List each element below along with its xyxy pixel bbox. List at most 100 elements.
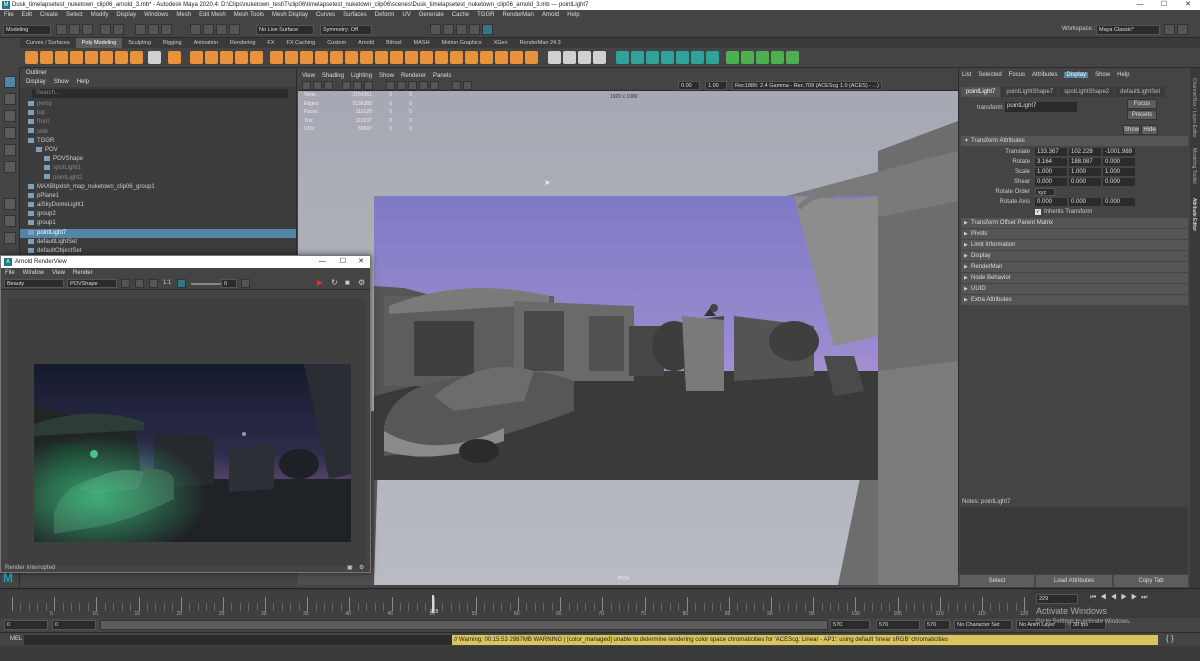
menu-edit-mesh[interactable]: Edit Mesh: [199, 12, 226, 18]
attr-menu-attributes[interactable]: Attributes: [1032, 72, 1057, 78]
section-transform-offset-parent-matrix[interactable]: Transform Offset Parent Matrix: [961, 218, 1188, 228]
platonic-icon[interactable]: [130, 51, 143, 64]
unitize-icon[interactable]: [786, 51, 799, 64]
section-transform-attributes[interactable]: Transform Attributes: [961, 136, 1188, 146]
xray-icon[interactable]: [452, 81, 461, 90]
target-weld-icon[interactable]: [360, 51, 373, 64]
spherical-map-icon[interactable]: [661, 51, 674, 64]
viewport-menu-shading[interactable]: Shading: [322, 73, 344, 79]
scale-y-field[interactable]: 1.000: [1069, 168, 1101, 176]
view-transform-dropdown[interactable]: Rec1886: 2.4 Gamma - Rec.709 (ACEScg 1.0…: [732, 81, 882, 90]
arnold-render-icon[interactable]: [482, 24, 493, 35]
outliner-item[interactable]: spotLight1: [20, 164, 296, 173]
outliner-item[interactable]: top: [20, 109, 296, 118]
scene-end-field[interactable]: 570: [876, 620, 920, 630]
zoom-fit-icon[interactable]: [149, 279, 158, 288]
playback-controls[interactable]: ⏮◀◀▶▶⏭: [1090, 594, 1152, 602]
translate-z-field[interactable]: -1001.989: [1103, 148, 1135, 156]
attr-tab-pointlight7[interactable]: pointLight7: [961, 87, 1001, 97]
menu-modify[interactable]: Modify: [91, 12, 109, 18]
side-tab-attribute-editor[interactable]: Attribute Editor: [1191, 198, 1197, 231]
mel-label[interactable]: MEL: [10, 636, 22, 642]
unfold-icon[interactable]: [691, 51, 704, 64]
character-set-dropdown[interactable]: No Character Set: [954, 620, 1012, 630]
viewport-menu-show[interactable]: Show: [379, 73, 394, 79]
menu-mesh[interactable]: Mesh: [176, 12, 191, 18]
outliner-item[interactable]: aiSkyDomeLight1: [20, 201, 296, 210]
menu-arnold[interactable]: Arnold: [542, 12, 559, 18]
outliner-item[interactable]: pointLight7: [20, 228, 296, 238]
textured-icon[interactable]: [408, 81, 417, 90]
select-object-icon[interactable]: [148, 24, 159, 35]
region-icon[interactable]: [177, 279, 186, 288]
inherits-checkbox[interactable]: ✓: [1035, 209, 1041, 215]
outliner-menu-display[interactable]: Display: [26, 79, 46, 85]
slide-edge-icon[interactable]: [548, 51, 561, 64]
outliner-menu-show[interactable]: Show: [54, 79, 69, 85]
translate-x-field[interactable]: 133.367: [1035, 148, 1067, 156]
minimize-button[interactable]: —: [1128, 0, 1152, 10]
outliner-item[interactable]: persp: [20, 100, 296, 109]
insert-loop-icon[interactable]: [390, 51, 403, 64]
shelf-tab-rigging[interactable]: Rigging: [157, 38, 188, 48]
shelf-tab-custom[interactable]: Custom: [321, 38, 352, 48]
select-tool-icon[interactable]: [4, 76, 16, 88]
shelf-tab-motion-graphics[interactable]: Motion Graphics: [436, 38, 488, 48]
wireframe-icon[interactable]: [386, 81, 395, 90]
outliner-item[interactable]: POVShape: [20, 155, 296, 164]
menu-surfaces[interactable]: Surfaces: [343, 12, 367, 18]
attr-tab-spotlightshape2[interactable]: spotLightShape2: [1059, 87, 1115, 97]
attr-tab-pointlightshape7[interactable]: pointLightShape7: [1001, 87, 1059, 97]
poly-sphere-icon[interactable]: [25, 51, 38, 64]
combine-icon[interactable]: [168, 51, 181, 64]
presets-button[interactable]: Presets: [1127, 110, 1157, 120]
bevel-icon[interactable]: [300, 51, 313, 64]
settings-icon[interactable]: [1177, 24, 1188, 35]
viewport-3d[interactable]: Verts: 2154361 0 0 Edges: 2156380 0 0 Faces: 1101…: [298, 91, 958, 585]
arnold-close-button[interactable]: ✕: [358, 256, 364, 268]
live-surface-dropdown[interactable]: No Live Surface: [256, 25, 314, 35]
side-tab-modeling-toolkit[interactable]: Modeling Toolkit: [1191, 148, 1197, 184]
poly-cone-icon[interactable]: [70, 51, 83, 64]
collapse-icon[interactable]: [420, 51, 433, 64]
flip-edge-icon[interactable]: [563, 51, 576, 64]
playback-end-field[interactable]: 570: [830, 620, 870, 630]
render-settings-icon[interactable]: [456, 24, 467, 35]
cleanup-icon[interactable]: [525, 51, 538, 64]
menuset-dropdown[interactable]: Modeling: [3, 25, 51, 35]
paint-select-icon[interactable]: [4, 110, 16, 122]
arnold-gear-icon[interactable]: ⚙: [359, 564, 364, 571]
attr-menu-focus[interactable]: Focus: [1009, 72, 1025, 78]
outliner-item[interactable]: POV: [20, 146, 296, 155]
quadrangulate-icon[interactable]: [495, 51, 508, 64]
menu-uv[interactable]: UV: [402, 12, 410, 18]
render-frame-icon[interactable]: [430, 24, 441, 35]
close-button[interactable]: ✕: [1176, 0, 1200, 10]
current-frame-field[interactable]: 229: [1036, 594, 1078, 604]
shelf-tab-bifrost[interactable]: Bifrost: [380, 38, 408, 48]
shear-y-field[interactable]: 0.000: [1069, 178, 1101, 186]
scale-tool-icon[interactable]: [4, 161, 16, 173]
attr-menu-help[interactable]: Help: [1117, 72, 1129, 78]
wedge-icon[interactable]: [465, 51, 478, 64]
shadows-icon[interactable]: [430, 81, 439, 90]
rotate-axis-z-field[interactable]: 0.000: [1103, 198, 1135, 206]
viewport-menu-panels[interactable]: Panels: [433, 73, 451, 79]
command-input[interactable]: [24, 635, 452, 645]
section-node-behavior[interactable]: Node Behavior: [961, 273, 1188, 283]
exposure-field[interactable]: 0.00: [678, 81, 700, 90]
workspace-dropdown[interactable]: Maya Classic*: [1096, 25, 1160, 35]
move-sew-icon[interactable]: [756, 51, 769, 64]
cut-uv-icon[interactable]: [726, 51, 739, 64]
circularize-icon[interactable]: [435, 51, 448, 64]
menu-help[interactable]: Help: [567, 12, 579, 18]
snap-curve-icon[interactable]: [203, 24, 214, 35]
reduce-icon[interactable]: [510, 51, 523, 64]
shelf-tab-arnold[interactable]: Arnold: [352, 38, 380, 48]
edge-loop-icon[interactable]: [375, 51, 388, 64]
shelf-tab-xgen[interactable]: XGen: [488, 38, 514, 48]
rotate-tool-icon[interactable]: [4, 144, 16, 156]
time-slider[interactable]: 229 5 10 15 20 25 30 35 40 45 50 55 60 65 70 75 80 85 90 9…: [0, 588, 1200, 618]
menu-file[interactable]: File: [4, 12, 14, 18]
smooth-shade-icon[interactable]: [397, 81, 406, 90]
